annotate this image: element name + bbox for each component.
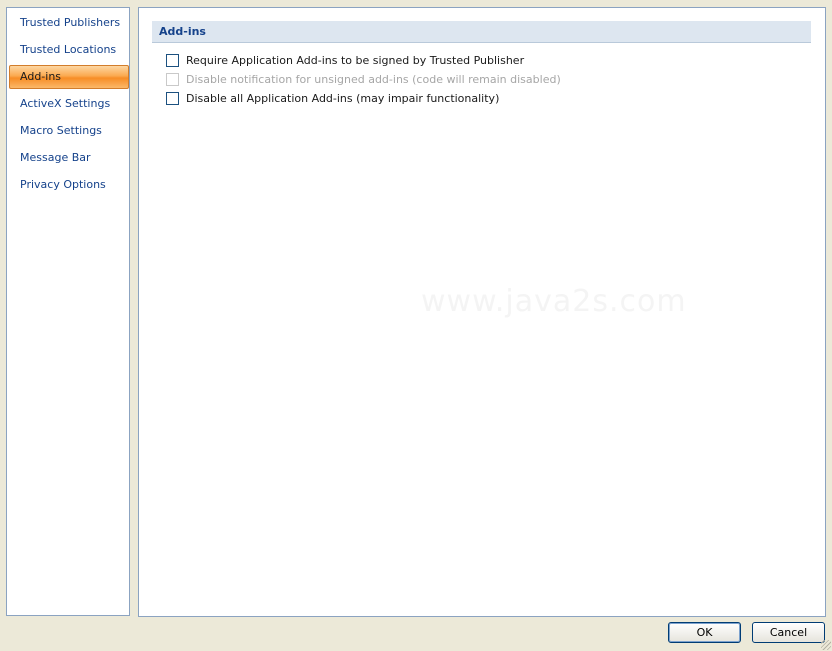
require-signed-addins-label: Require Application Add-ins to be signed… [186,54,525,67]
sidebar-item-privacy-options[interactable]: Privacy Options [9,173,129,197]
watermark-text: www.java2s.com [421,284,687,319]
disable-all-addins-label: Disable all Application Add-ins (may imp… [186,92,500,105]
disable-notification-checkbox [166,73,179,86]
sidebar-item-trusted-publishers[interactable]: Trusted Publishers [9,11,129,35]
disable-notification-label: Disable notification for unsigned add-in… [186,73,561,86]
sidebar-item-trusted-locations[interactable]: Trusted Locations [9,38,129,62]
disable-all-addins-checkbox[interactable] [166,92,179,105]
sidebar-item-message-bar[interactable]: Message Bar [9,146,129,170]
section-title: Add-ins [152,21,811,43]
sidebar-nav: Trusted Publishers Trusted Locations Add… [6,7,130,616]
sidebar-item-macro-settings[interactable]: Macro Settings [9,119,129,143]
require-signed-addins-checkbox[interactable] [166,54,179,67]
cancel-button[interactable]: Cancel [752,622,825,643]
sidebar-item-activex-settings[interactable]: ActiveX Settings [9,92,129,116]
sidebar-item-add-ins[interactable]: Add-ins [9,65,129,89]
settings-panel: Add-ins Require Application Add-ins to b… [138,7,826,617]
resize-grip-icon[interactable] [821,640,831,650]
ok-button[interactable]: OK [668,622,741,643]
